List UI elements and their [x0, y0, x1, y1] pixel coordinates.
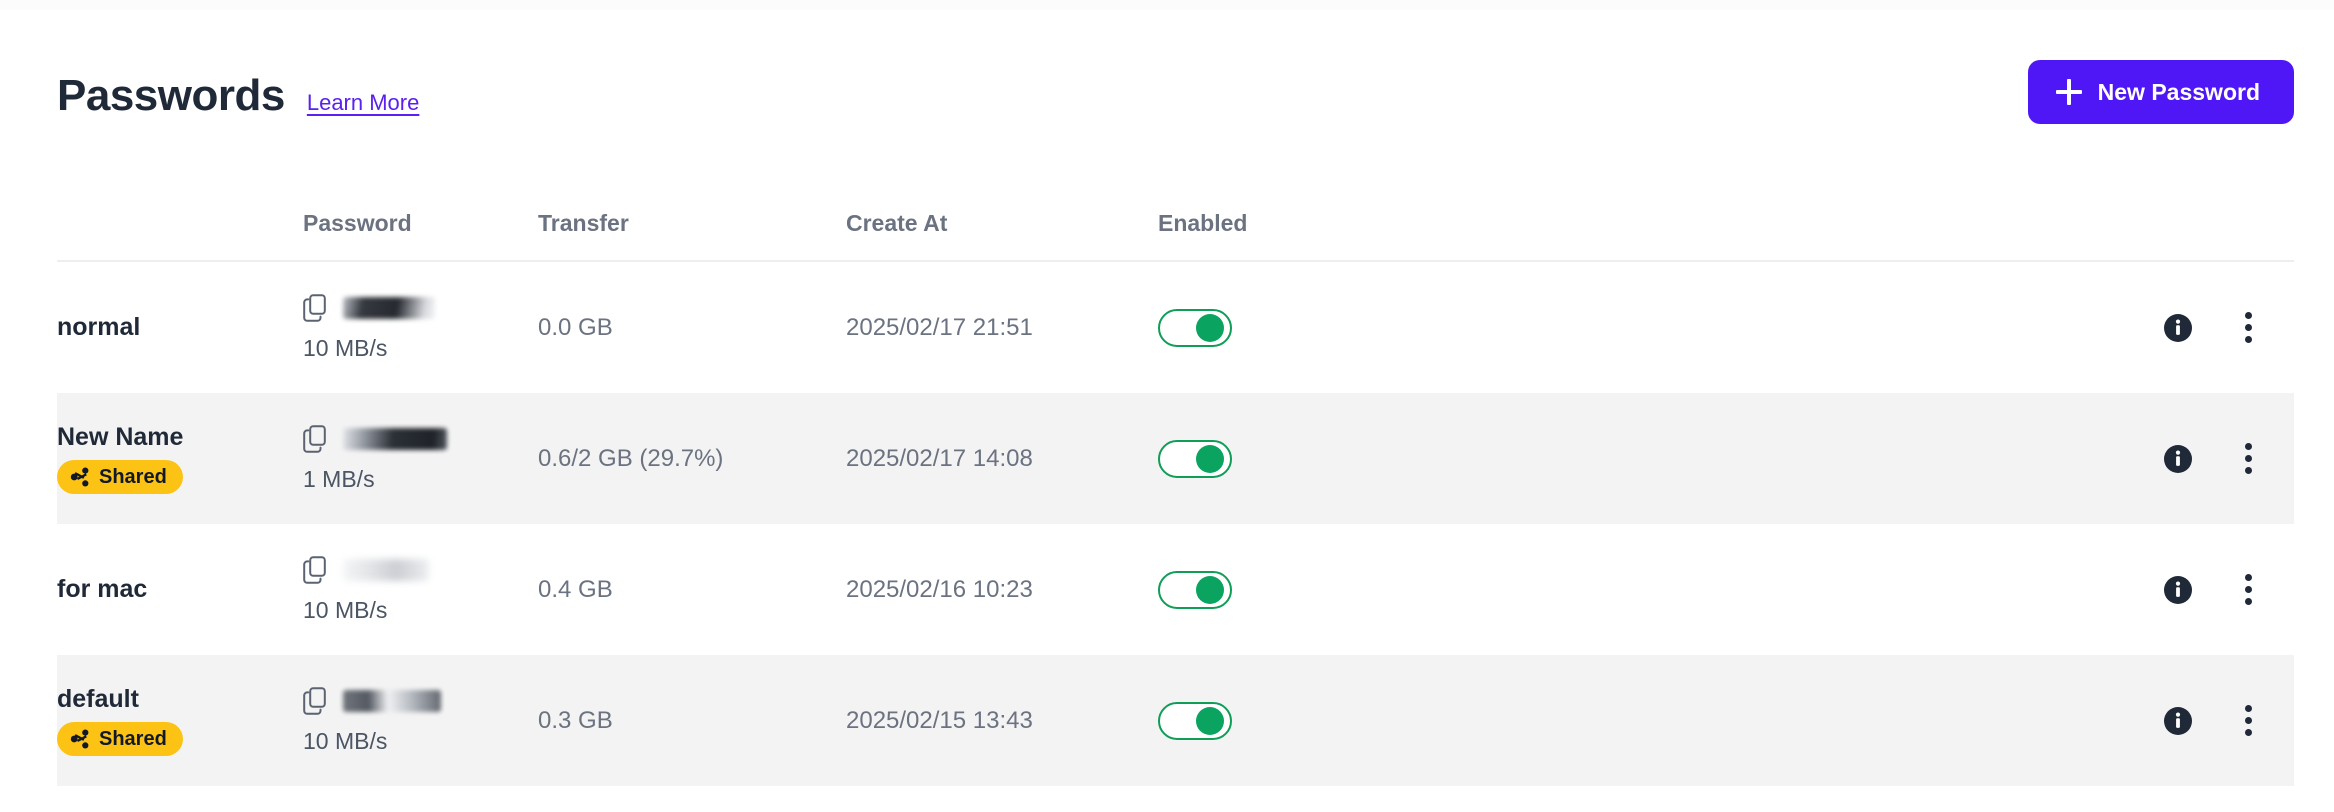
transfer-value: 0.0 GB: [538, 313, 613, 341]
toggle-knob: [1196, 575, 1224, 604]
cell-enabled: [1158, 393, 1232, 524]
table-row[interactable]: New Name Shared 1 MB/s 0.6/2 GB (29.7%) 2025…: [57, 393, 2294, 524]
transfer-value: 0.4 GB: [538, 575, 613, 603]
cell-menu: [2231, 262, 2265, 393]
password-masked-value: [343, 428, 447, 450]
created-at-value: 2025/02/17 21:51: [846, 313, 1033, 341]
info-icon[interactable]: [2161, 311, 2195, 345]
top-edge-strip: [0, 0, 2334, 10]
password-value-row: [303, 555, 429, 585]
share-icon: [70, 729, 90, 749]
created-at-value: 2025/02/17 14:08: [846, 444, 1033, 472]
shared-badge-label: Shared: [99, 466, 167, 489]
speed-limit-value: 10 MB/s: [303, 335, 388, 361]
transfer-value: 0.6/2 GB (29.7%): [538, 444, 724, 472]
created-at-value: 2025/02/16 10:23: [846, 575, 1033, 603]
cell-created-at: 2025/02/17 14:08: [846, 393, 1033, 524]
passwords-page: Passwords Learn More New Password Passwo…: [0, 0, 2334, 812]
more-vertical-icon[interactable]: [2231, 704, 2265, 738]
toggle-knob: [1196, 313, 1224, 342]
new-password-button-label: New Password: [2097, 78, 2260, 105]
cell-transfer: 0.0 GB: [538, 262, 613, 393]
speed-limit-value: 10 MB/s: [303, 597, 388, 623]
speed-limit-value: 1 MB/s: [303, 466, 375, 492]
enabled-toggle[interactable]: [1158, 439, 1232, 478]
enabled-toggle[interactable]: [1158, 701, 1232, 740]
cell-password: 10 MB/s: [303, 524, 429, 655]
page-header: Passwords Learn More New Password: [57, 60, 2294, 132]
password-entry-name: default: [57, 684, 139, 713]
share-icon: [70, 467, 90, 487]
copy-icon[interactable]: [303, 425, 329, 453]
column-header-created-at: Create At: [846, 210, 948, 236]
cell-name: normal: [57, 262, 140, 393]
created-at-value: 2025/02/15 13:43: [846, 706, 1033, 734]
cell-menu: [2231, 393, 2265, 524]
more-vertical-icon[interactable]: [2231, 573, 2265, 607]
cell-info: [2161, 655, 2195, 786]
table-body: normal 10 MB/s 0.0 GB 2025/02/17 21:51 New N…: [57, 262, 2294, 786]
more-vertical-icon[interactable]: [2231, 311, 2265, 345]
cell-password: 10 MB/s: [303, 262, 435, 393]
cell-transfer: 0.6/2 GB (29.7%): [538, 393, 723, 524]
title-group: Passwords Learn More: [57, 74, 419, 118]
table-row[interactable]: normal 10 MB/s 0.0 GB 2025/02/17 21:51: [57, 262, 2294, 393]
copy-icon[interactable]: [303, 294, 329, 322]
cell-enabled: [1158, 655, 1232, 786]
cell-menu: [2231, 524, 2265, 655]
cell-menu: [2231, 655, 2265, 786]
cell-enabled: [1158, 524, 1232, 655]
cell-transfer: 0.4 GB: [538, 524, 613, 655]
more-vertical-icon[interactable]: [2231, 442, 2265, 476]
cell-name: New Name Shared: [57, 393, 183, 524]
cell-name: for mac: [57, 524, 147, 655]
learn-more-link[interactable]: Learn More: [307, 90, 420, 116]
cell-name: default Shared: [57, 655, 183, 786]
cell-password: 10 MB/s: [303, 655, 441, 786]
column-header-password: Password: [303, 210, 412, 236]
password-value-row: [303, 424, 447, 454]
password-entry-name: New Name: [57, 422, 184, 451]
cell-created-at: 2025/02/15 13:43: [846, 655, 1033, 786]
cell-info: [2161, 393, 2195, 524]
shared-badge: Shared: [57, 460, 183, 495]
passwords-table: Password Transfer Create At Enabled norm…: [57, 196, 2294, 786]
column-header-enabled: Enabled: [1158, 210, 1248, 236]
table-row[interactable]: default Shared 10 MB/s 0.3 GB 2025/02/15 13:…: [57, 655, 2294, 786]
cell-created-at: 2025/02/16 10:23: [846, 524, 1033, 655]
enabled-toggle[interactable]: [1158, 570, 1232, 609]
copy-icon[interactable]: [303, 687, 329, 715]
info-icon[interactable]: [2161, 704, 2195, 738]
column-header-transfer: Transfer: [538, 210, 629, 236]
password-value-row: [303, 293, 435, 323]
cell-password: 1 MB/s: [303, 393, 447, 524]
cell-created-at: 2025/02/17 21:51: [846, 262, 1033, 393]
enabled-toggle[interactable]: [1158, 308, 1232, 347]
password-value-row: [303, 686, 441, 716]
page-title: Passwords: [57, 71, 285, 120]
password-masked-value: [343, 559, 429, 581]
transfer-value: 0.3 GB: [538, 706, 613, 734]
info-icon[interactable]: [2161, 573, 2195, 607]
shared-badge: Shared: [57, 722, 183, 757]
password-masked-value: [343, 297, 435, 319]
table-header-row: Password Transfer Create At Enabled: [57, 196, 2294, 262]
toggle-knob: [1196, 706, 1224, 735]
cell-enabled: [1158, 262, 1232, 393]
shared-badge-label: Shared: [99, 728, 167, 751]
plus-icon: [2055, 79, 2082, 105]
copy-icon[interactable]: [303, 556, 329, 584]
info-icon[interactable]: [2161, 442, 2195, 476]
cell-info: [2161, 524, 2195, 655]
cell-transfer: 0.3 GB: [538, 655, 613, 786]
password-entry-name: for mac: [57, 575, 148, 604]
cell-info: [2161, 262, 2195, 393]
table-row[interactable]: for mac 10 MB/s 0.4 GB 2025/02/16 10:23: [57, 524, 2294, 655]
password-masked-value: [343, 690, 441, 712]
speed-limit-value: 10 MB/s: [303, 728, 388, 754]
new-password-button[interactable]: New Password: [2027, 60, 2294, 124]
toggle-knob: [1196, 444, 1224, 473]
password-entry-name: normal: [57, 313, 141, 342]
